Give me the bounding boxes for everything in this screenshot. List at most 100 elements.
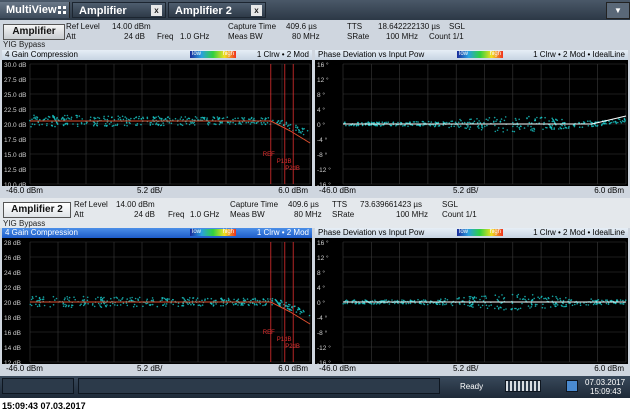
trace-point <box>161 297 163 299</box>
tab-amplifier-close-icon[interactable]: x <box>151 5 162 16</box>
trace-point <box>486 124 488 127</box>
trace-point <box>211 303 213 305</box>
trace-point <box>619 299 622 301</box>
trace-point <box>376 125 378 127</box>
trace-point <box>271 297 274 300</box>
trace-point <box>422 120 425 123</box>
trace-point <box>34 116 36 118</box>
trace-point <box>38 124 41 126</box>
trace-point <box>287 303 290 306</box>
trace-point <box>186 298 189 301</box>
trace-point <box>182 118 184 121</box>
trace-point <box>162 304 164 306</box>
trace-point <box>52 295 55 298</box>
plot-header: 4 Gain Compression low high 1 Clrw • 2 Mo… <box>2 228 312 238</box>
trace-point <box>400 121 402 124</box>
trace-point <box>115 296 117 299</box>
trace-point <box>259 302 262 305</box>
trace-point <box>468 128 471 130</box>
trace-point <box>486 307 489 310</box>
tab-dropdown-icon[interactable]: ▼ <box>606 2 630 19</box>
gain-compression-plot-2[interactable]: 4 Gain Compression low high 1 Clrw • 2 Mo… <box>2 228 312 374</box>
phase-deviation-plot-1[interactable]: Phase Deviation vs Input Pow low high 1 C… <box>315 50 628 196</box>
trace-point <box>38 297 41 300</box>
status-field-1[interactable] <box>2 378 74 394</box>
trace-point <box>76 116 78 119</box>
channel-button-amplifier[interactable]: Amplifier <box>3 24 65 40</box>
scale-low-label: low <box>192 229 202 235</box>
trace-point <box>306 129 309 132</box>
trace-point <box>295 126 297 128</box>
att-label: Att <box>66 32 76 41</box>
trace-point <box>293 305 296 308</box>
trace-point <box>68 304 70 307</box>
trace-point <box>401 302 404 305</box>
trace-point <box>47 115 50 118</box>
y-tick-label: 0 ° <box>317 299 325 307</box>
trace-point <box>596 124 599 127</box>
trace-point <box>212 116 214 118</box>
trace-point <box>516 295 518 297</box>
trace-point <box>151 297 154 299</box>
trace-point <box>549 126 551 129</box>
trace-point <box>557 299 559 301</box>
trace-point <box>219 122 222 124</box>
trace-point <box>559 297 561 300</box>
trace-point <box>521 298 524 301</box>
trace-point <box>213 123 215 125</box>
channel-button-amplifier-2[interactable]: Amplifier 2 <box>3 202 71 218</box>
trace-point <box>540 116 543 119</box>
trace-point <box>285 301 287 304</box>
trace-point <box>388 303 391 305</box>
trace-point <box>357 124 360 127</box>
trace-point <box>422 303 425 305</box>
trace-point <box>468 305 471 307</box>
color-scale-icon: low high <box>190 229 236 236</box>
trace-point <box>123 124 126 127</box>
trace-point <box>83 300 85 302</box>
status-message-field[interactable] <box>78 378 440 394</box>
trace-point <box>553 128 555 130</box>
trace-point <box>36 116 39 119</box>
trace-point <box>600 303 603 306</box>
trace-point <box>94 298 97 300</box>
trace-point <box>234 117 236 120</box>
trace-point <box>234 123 237 126</box>
trace-point <box>533 128 536 130</box>
trace-point <box>476 118 478 120</box>
trace-point <box>165 299 167 301</box>
phase-deviation-plot-2[interactable]: Phase Deviation vs Input Pow low high 1 C… <box>315 228 628 374</box>
trace-point <box>83 303 86 306</box>
trace-point <box>548 120 550 122</box>
trace-point <box>186 118 188 120</box>
tab-multiview[interactable]: MultiView <box>0 2 70 18</box>
remote-icon[interactable] <box>566 380 578 392</box>
trace-point <box>497 308 500 310</box>
trace-point <box>562 127 565 130</box>
tab-amplifier-2[interactable]: Amplifier 2 x <box>168 2 266 18</box>
trace-point <box>29 303 32 306</box>
tab-amplifier[interactable]: Amplifier x <box>72 2 166 18</box>
tab-amplifier-2-close-icon[interactable]: x <box>251 5 262 16</box>
trace-point <box>188 299 190 301</box>
marker-label: P2dB <box>285 166 300 172</box>
trace-point <box>166 298 169 300</box>
trace-point <box>450 125 453 128</box>
x-stop-label: 6.0 dBm <box>278 364 308 373</box>
trace-point <box>361 124 364 126</box>
trace-point <box>519 298 521 300</box>
gain-compression-plot-1[interactable]: 4 Gain Compression low high 1 Clrw • 2 Mo… <box>2 50 312 196</box>
trace-point <box>124 116 126 118</box>
trace-point <box>92 124 95 127</box>
trace-point <box>591 125 593 127</box>
trace-point <box>264 300 267 302</box>
trace-point <box>448 126 450 129</box>
trace-point <box>581 126 584 128</box>
trace-point <box>488 117 491 119</box>
trace-point <box>416 124 418 127</box>
trace-point <box>132 305 135 308</box>
trace-point <box>51 121 53 123</box>
trace-point <box>299 313 301 315</box>
trace-point <box>345 124 347 127</box>
trace-point <box>302 128 304 130</box>
